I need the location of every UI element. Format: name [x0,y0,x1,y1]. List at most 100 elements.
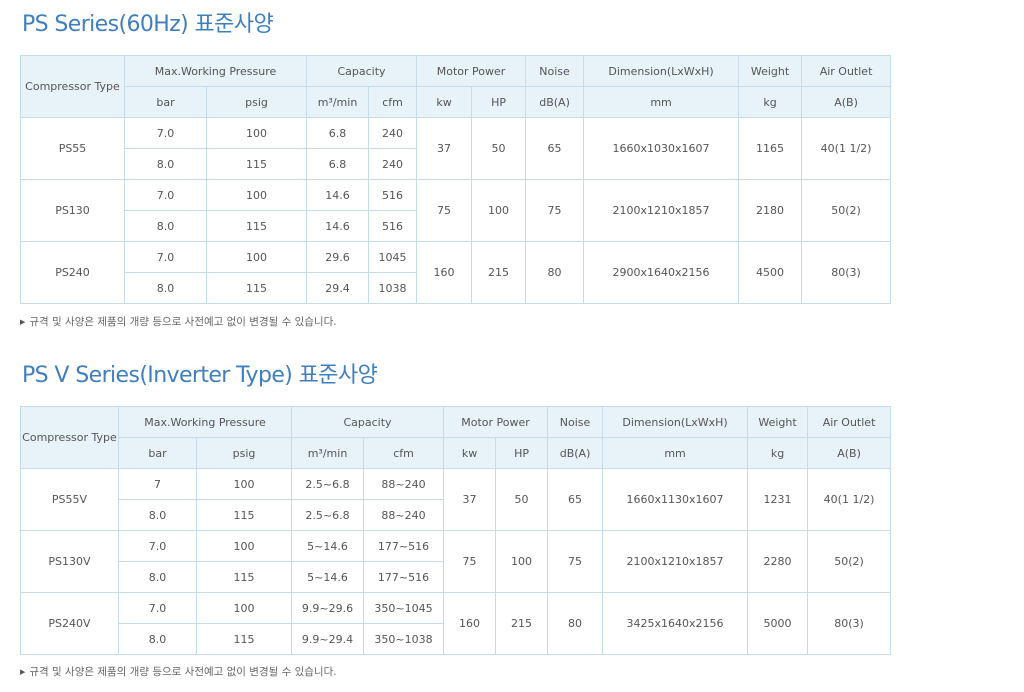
cell-dimension: 2100x1210x1857 [602,530,749,593]
cell-m3min: 2.5~6.8 [291,468,365,500]
triangle-bullet-icon: ▶ [20,668,26,676]
cell-weight: 2280 [747,530,809,593]
model-name: PS55 [20,117,125,180]
header-dimension: Dimension(LxWxH) [583,55,740,87]
unit-psig: psig [195,437,293,469]
cell-cfm: 350~1045 [363,592,445,624]
cell-outlet: 50(2) [807,530,892,593]
header-capacity: Capacity [291,406,445,438]
cell-m3min: 9.9~29.6 [291,592,365,624]
cell-hp: 100 [495,530,549,593]
cell-dimension: 3425x1640x2156 [602,592,749,655]
cell-bar: 8.0 [118,623,197,655]
cell-bar: 7 [118,468,197,500]
unit-bar: bar [124,86,207,118]
cell-kw: 37 [443,468,497,531]
header-compressor-type: Compressor Type [20,55,125,118]
header-capacity: Capacity [306,55,418,87]
spec-table: Compressor Type Max.Working Pressure Cap… [20,406,892,655]
cell-dimension: 1660x1130x1607 [602,468,749,531]
cell-noise: 75 [547,530,604,593]
cell-kw: 160 [416,241,473,304]
cell-bar: 8.0 [118,499,197,531]
cell-cfm: 240 [368,117,418,149]
cell-weight: 1165 [738,117,803,180]
table-row: PS55V 7 100 2.5~6.8 88~240 37 50 65 1660… [20,468,892,531]
cell-m3min: 6.8 [306,117,370,149]
cell-outlet: 40(1 1/2) [807,468,892,531]
section-title: PS Series(60Hz) 표준사양 [22,12,274,37]
table-row: PS55 7.0 100 6.8 240 37 50 65 1660x1030x… [20,117,892,180]
header-max-working-pressure: Max.Working Pressure [123,55,308,87]
cell-m3min: 14.6 [306,179,370,211]
header-dimension: Dimension(LxWxH) [602,406,749,438]
cell-m3min: 2.5~6.8 [291,499,365,531]
cell-cfm: 516 [368,179,418,211]
cell-bar: 8.0 [118,561,197,593]
table-row: PS240 7.0 100 29.6 1045 160 215 80 2900x… [20,241,892,304]
cell-dimension: 1660x1030x1607 [583,117,740,180]
model-name: PS240V [20,592,119,655]
section-title: PS V Series(Inverter Type) 표준사양 [22,363,378,388]
model-name: PS130 [20,179,125,242]
unit-dba: dB(A) [525,86,585,118]
unit-hp: HP [471,86,527,118]
cell-bar: 7.0 [124,117,207,149]
header-max-working-pressure: Max.Working Pressure [117,406,293,438]
cell-psig: 115 [205,148,308,180]
unit-bar: bar [118,437,197,469]
cell-noise: 75 [525,179,585,242]
cell-outlet: 40(1 1/2) [801,117,892,180]
cell-hp: 100 [471,179,527,242]
triangle-bullet-icon: ▶ [20,318,26,326]
cell-kw: 160 [443,592,497,655]
cell-psig: 115 [205,210,308,242]
spec-note: ▶ 규격 및 사양은 제품의 개량 등으로 사전예고 없이 변경될 수 있습니다. [20,314,337,329]
cell-cfm: 516 [368,210,418,242]
cell-psig: 115 [195,623,293,655]
cell-psig: 100 [205,179,308,211]
unit-kw: kw [443,437,497,469]
unit-kg: kg [738,86,803,118]
cell-weight: 1231 [747,468,809,531]
unit-kg: kg [747,437,809,469]
unit-dba: dB(A) [547,437,604,469]
header-air-outlet: Air Outlet [807,406,892,438]
cell-weight: 5000 [747,592,809,655]
cell-outlet: 80(3) [807,592,892,655]
unit-ab: A(B) [807,437,892,469]
header-noise: Noise [525,55,585,87]
cell-kw: 75 [443,530,497,593]
cell-cfm: 88~240 [363,499,445,531]
cell-hp: 50 [495,468,549,531]
table-row: PS240V 7.0 100 9.9~29.6 350~1045 160 215… [20,592,892,655]
cell-cfm: 1045 [368,241,418,273]
header-motor-power: Motor Power [443,406,549,438]
unit-ab: A(B) [801,86,892,118]
unit-kw: kw [416,86,473,118]
unit-cfm: cfm [368,86,418,118]
cell-cfm: 88~240 [363,468,445,500]
unit-mm: mm [602,437,749,469]
header-compressor-type: Compressor Type [20,406,119,469]
note-text: 규격 및 사양은 제품의 개량 등으로 사전예고 없이 변경될 수 있습니다. [29,666,337,678]
spec-table: Compressor Type Max.Working Pressure Cap… [20,55,892,304]
cell-bar: 7.0 [118,530,197,562]
header-air-outlet: Air Outlet [801,55,892,87]
cell-bar: 8.0 [124,272,207,304]
cell-bar: 8.0 [124,148,207,180]
cell-kw: 75 [416,179,473,242]
cell-m3min: 6.8 [306,148,370,180]
table-row: PS130 7.0 100 14.6 516 75 100 75 2100x12… [20,179,892,242]
cell-bar: 8.0 [124,210,207,242]
cell-cfm: 177~516 [363,530,445,562]
cell-hp: 215 [495,592,549,655]
cell-bar: 7.0 [124,179,207,211]
spec-note: ▶ 규격 및 사양은 제품의 개량 등으로 사전예고 없이 변경될 수 있습니다. [20,664,337,679]
model-name: PS240 [20,241,125,304]
cell-m3min: 9.9~29.4 [291,623,365,655]
model-name: PS55V [20,468,119,531]
cell-m3min: 5~14.6 [291,561,365,593]
cell-cfm: 240 [368,148,418,180]
cell-psig: 100 [205,117,308,149]
